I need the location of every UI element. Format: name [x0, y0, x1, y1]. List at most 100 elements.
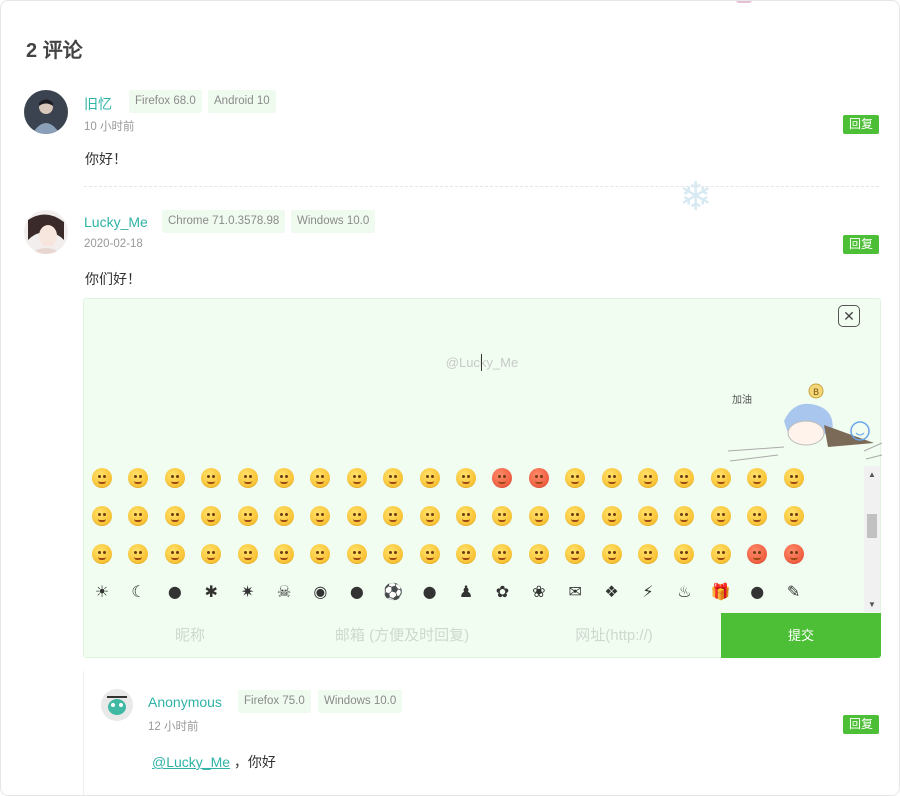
- emoji-icon[interactable]: [456, 468, 476, 488]
- mention-link[interactable]: @Lucky_Me: [152, 754, 230, 770]
- comment-author[interactable]: 旧忆: [84, 94, 112, 114]
- emoji-icon[interactable]: ☾: [128, 582, 148, 602]
- emoji-icon[interactable]: [128, 544, 149, 564]
- emoji-icon[interactable]: [565, 506, 586, 526]
- emoji-icon[interactable]: [201, 506, 222, 526]
- emoji-icon[interactable]: ☠: [274, 582, 294, 602]
- emoji-icon[interactable]: [383, 468, 404, 488]
- comment-text: @Lucky_Me ，你好: [152, 752, 276, 772]
- scroll-down-icon[interactable]: ▼: [864, 598, 880, 612]
- emoji-scrollbar[interactable]: ▲ ▼: [864, 466, 880, 612]
- emoji-icon[interactable]: [710, 544, 731, 564]
- emoji-icon[interactable]: [164, 506, 185, 526]
- emoji-icon[interactable]: ⚡: [638, 582, 658, 602]
- scroll-up-icon[interactable]: ▲: [864, 468, 880, 482]
- scroll-thumb[interactable]: [867, 514, 877, 538]
- emoji-icon[interactable]: [528, 506, 549, 526]
- emoji-icon[interactable]: [419, 544, 440, 564]
- emoji-icon[interactable]: [674, 544, 695, 564]
- emoji-icon[interactable]: [638, 506, 658, 526]
- emoji-icon[interactable]: [164, 544, 185, 564]
- emoji-icon[interactable]: [783, 506, 804, 526]
- emoji-icon[interactable]: [346, 468, 367, 488]
- emoji-icon[interactable]: [128, 468, 149, 488]
- snowflake-icon: ❄: [679, 174, 713, 220]
- emoji-icon[interactable]: [164, 468, 185, 488]
- emoji-icon[interactable]: ☀: [92, 582, 112, 602]
- emoji-icon[interactable]: ✷: [238, 582, 258, 602]
- emoji-icon[interactable]: ✿: [492, 582, 512, 602]
- emoji-icon[interactable]: [274, 506, 294, 526]
- emoji-icon[interactable]: [128, 506, 149, 526]
- submit-button[interactable]: 提交: [721, 613, 881, 658]
- emoji-icon[interactable]: [674, 506, 695, 526]
- emoji-icon[interactable]: [92, 544, 112, 564]
- emoji-icon[interactable]: [638, 468, 658, 488]
- emoji-icon[interactable]: [346, 544, 367, 564]
- emoji-icon[interactable]: [747, 468, 768, 488]
- emoji-icon[interactable]: ♟: [456, 582, 476, 602]
- emoji-icon[interactable]: ●: [420, 582, 440, 602]
- emoji-icon[interactable]: ◉: [310, 582, 330, 602]
- emoji-icon[interactable]: [346, 506, 367, 526]
- emoji-icon[interactable]: [674, 468, 695, 488]
- comment-author[interactable]: Anonymous: [148, 694, 222, 710]
- emoji-icon[interactable]: 🎁: [711, 582, 731, 602]
- emoji-icon[interactable]: [492, 468, 513, 488]
- close-icon[interactable]: ✕: [838, 305, 860, 327]
- emoji-icon[interactable]: [274, 468, 294, 488]
- emoji-icon[interactable]: [419, 506, 440, 526]
- emoji-icon[interactable]: [710, 506, 731, 526]
- emoji-icon[interactable]: [92, 506, 112, 526]
- url-input[interactable]: [508, 613, 720, 657]
- emoji-icon[interactable]: [237, 468, 258, 488]
- reply-button[interactable]: 回复: [842, 115, 879, 134]
- emoji-icon[interactable]: [274, 544, 294, 564]
- nickname-input[interactable]: [84, 613, 296, 657]
- emoji-icon[interactable]: [783, 468, 804, 488]
- email-input[interactable]: [296, 613, 508, 657]
- emoji-icon[interactable]: [310, 506, 331, 526]
- emoji-icon[interactable]: [783, 544, 804, 564]
- emoji-icon[interactable]: [383, 544, 404, 564]
- emoji-icon[interactable]: [456, 506, 476, 526]
- emoji-icon[interactable]: ✎: [784, 582, 804, 602]
- emoji-icon[interactable]: [310, 468, 331, 488]
- emoji-icon[interactable]: ❖: [602, 582, 622, 602]
- emoji-icon[interactable]: [528, 544, 549, 564]
- emoji-icon[interactable]: ❀: [529, 582, 549, 602]
- emoji-icon[interactable]: ⚽: [383, 582, 403, 602]
- emoji-icon[interactable]: [638, 544, 658, 564]
- emoji-icon[interactable]: [601, 544, 622, 564]
- emoji-icon[interactable]: [528, 468, 549, 488]
- emoji-icon[interactable]: [492, 544, 513, 564]
- emoji-icon[interactable]: [710, 468, 731, 488]
- avatar: [101, 689, 133, 721]
- emoji-icon[interactable]: ♨: [674, 582, 694, 602]
- emoji-icon[interactable]: ✉: [565, 582, 585, 602]
- comment-time: 10 小时前: [84, 121, 135, 133]
- emoji-icon[interactable]: ✱: [201, 582, 221, 602]
- reply-button[interactable]: 回复: [842, 235, 879, 254]
- emoji-icon[interactable]: [310, 544, 331, 564]
- reply-button[interactable]: 回复: [842, 715, 879, 734]
- emoji-icon[interactable]: [565, 544, 586, 564]
- emoji-icon[interactable]: [92, 468, 112, 488]
- emoji-icon[interactable]: [601, 506, 622, 526]
- comment-author[interactable]: Lucky_Me: [84, 214, 148, 230]
- emoji-icon[interactable]: [456, 544, 476, 564]
- emoji-icon[interactable]: [201, 544, 222, 564]
- emoji-icon[interactable]: [747, 544, 768, 564]
- emoji-icon[interactable]: [492, 506, 513, 526]
- emoji-icon[interactable]: [565, 468, 586, 488]
- emoji-icon[interactable]: ●: [747, 582, 767, 602]
- emoji-icon[interactable]: [419, 468, 440, 488]
- emoji-icon[interactable]: ●: [347, 582, 367, 602]
- emoji-icon[interactable]: ●: [165, 582, 185, 602]
- emoji-icon[interactable]: [201, 468, 222, 488]
- emoji-icon[interactable]: [237, 544, 258, 564]
- emoji-icon[interactable]: [383, 506, 404, 526]
- emoji-icon[interactable]: [601, 468, 622, 488]
- emoji-icon[interactable]: [747, 506, 768, 526]
- emoji-icon[interactable]: [237, 506, 258, 526]
